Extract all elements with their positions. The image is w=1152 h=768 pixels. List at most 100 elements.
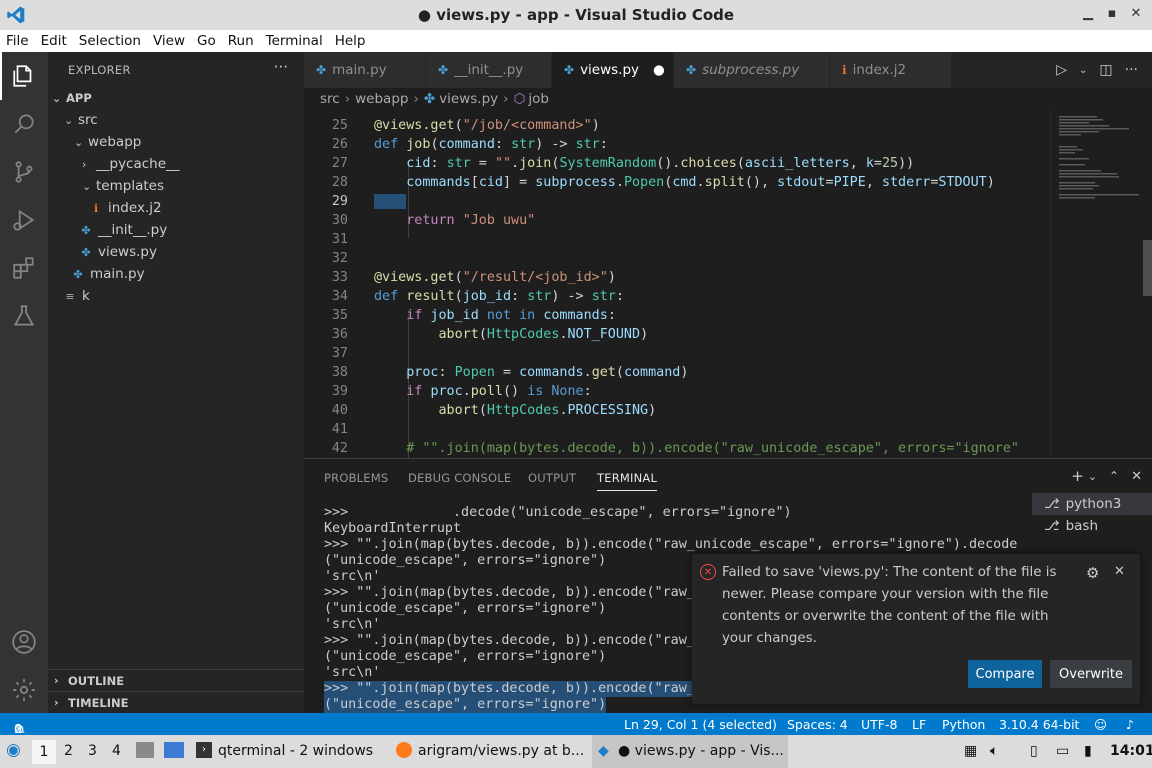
close-notification-icon[interactable]: ✕: [1114, 564, 1125, 579]
chevron-down-icon: ⌄: [64, 113, 74, 127]
tree-item-templates[interactable]: ⌄ templates: [48, 175, 304, 197]
search-icon[interactable]: [0, 100, 48, 148]
menu-view[interactable]: View: [147, 33, 191, 49]
close-window-icon[interactable]: ✕: [1124, 6, 1148, 21]
breadcrumb-src[interactable]: src: [320, 91, 340, 107]
python-file-icon: ✤: [423, 91, 436, 107]
outline-section[interactable]: › OUTLINE: [48, 669, 304, 691]
menu-file[interactable]: File: [0, 33, 35, 49]
notes-icon[interactable]: ▯: [1030, 743, 1038, 759]
network-icon[interactable]: ▭: [1056, 743, 1069, 759]
menu-go[interactable]: Go: [191, 33, 222, 49]
account-icon[interactable]: [0, 618, 48, 666]
menu-help[interactable]: Help: [329, 33, 372, 49]
tab-output[interactable]: OUTPUT: [528, 471, 576, 485]
tree-item-init-py[interactable]: ✤ __init__.py: [48, 219, 304, 241]
code-line-29: [374, 194, 407, 209]
breadcrumb-webapp[interactable]: webapp: [355, 91, 408, 107]
run-icon[interactable]: ▷: [1056, 62, 1067, 78]
testing-icon[interactable]: [0, 292, 48, 340]
line-number: 42: [331, 441, 348, 456]
qterminal-icon: ›: [196, 742, 212, 758]
battery-icon[interactable]: ▮: [1084, 743, 1092, 759]
code-editor[interactable]: 25 26 27 28 29 30 31 32 33 34 35 36 37 3…: [304, 110, 1152, 458]
tree-item-pycache[interactable]: › __pycache__: [48, 153, 304, 175]
workspace-root[interactable]: ⌄ APP: [48, 87, 304, 109]
terminal-line-selected: ("unicode_escape", errors="ignore"): [324, 697, 607, 713]
menu-selection[interactable]: Selection: [73, 33, 147, 49]
tree-item-main-py[interactable]: ✤ main.py: [48, 263, 304, 285]
menu-run[interactable]: Run: [222, 33, 260, 49]
more-actions-icon[interactable]: ···: [1125, 62, 1138, 78]
run-debug-icon[interactable]: [0, 196, 48, 244]
tab-subprocess-py[interactable]: ✤ subprocess.py: [674, 52, 830, 88]
unsaved-dot-icon[interactable]: ●: [653, 62, 665, 78]
breadcrumb-views-py[interactable]: views.py: [439, 91, 498, 107]
line-number: 34: [331, 289, 348, 304]
new-terminal-plus-icon[interactable]: +: [1071, 467, 1084, 485]
workspace-2[interactable]: 2: [64, 743, 73, 759]
tab-views-py[interactable]: ✤ views.py ●: [552, 52, 674, 88]
python-interpreter[interactable]: 3.10.4 64-bit: [999, 717, 1079, 732]
tab-terminal[interactable]: TERMINAL: [597, 471, 658, 491]
clock[interactable]: 14:01: [1110, 743, 1152, 759]
tree-item-views-py[interactable]: ✤ views.py: [48, 241, 304, 263]
terminal-line: ("unicode_escape", errors="ignore"): [324, 553, 607, 568]
minimap[interactable]: [1050, 110, 1152, 458]
terminal-item-python3[interactable]: ⎇ python3: [1032, 493, 1152, 515]
taskbar-app-vscode-active[interactable]: ◆ ● views.py - app - Vis...: [592, 735, 788, 768]
manage-gear-icon[interactable]: [0, 666, 48, 714]
menu-edit[interactable]: Edit: [35, 33, 73, 49]
maximize-icon[interactable]: ▪: [1100, 6, 1124, 21]
minimize-icon[interactable]: ▁: [1076, 6, 1100, 21]
tab-main-py[interactable]: ✤ main.py: [304, 52, 426, 88]
timeline-section[interactable]: › TIMELINE: [48, 691, 304, 713]
close-panel-icon[interactable]: ✕: [1131, 469, 1142, 485]
tab-debug-console[interactable]: DEBUG CONSOLE: [408, 471, 511, 485]
workspace-4[interactable]: 4: [112, 743, 121, 759]
code-line-38: proc: Popen = commands.get(command): [406, 365, 689, 380]
line-number: 31: [331, 232, 348, 247]
chevron-down-icon[interactable]: ⌄: [1079, 65, 1087, 76]
tab-problems[interactable]: PROBLEMS: [324, 471, 388, 485]
workspace-1[interactable]: 1: [32, 740, 56, 764]
taskbar-app-qterminal[interactable]: qterminal - 2 windows: [218, 743, 373, 759]
files-icon[interactable]: [136, 742, 154, 758]
compare-button[interactable]: Compare: [968, 660, 1042, 688]
show-desktop-icon[interactable]: [164, 742, 184, 758]
tab-init-py[interactable]: ✤ __init__.py: [426, 52, 552, 88]
terminal-item-bash[interactable]: ⎇ bash: [1032, 515, 1152, 537]
line-number: 36: [331, 327, 348, 342]
explorer-icon[interactable]: [0, 52, 48, 100]
breadcrumb-job[interactable]: job: [528, 91, 549, 107]
tree-item-webapp[interactable]: ⌄ webapp: [48, 131, 304, 153]
tree-item-index-j2[interactable]: ℹ index.j2: [48, 197, 304, 219]
start-menu-icon[interactable]: ◉: [6, 740, 21, 760]
tree-item-src[interactable]: ⌄ src: [48, 109, 304, 131]
clipboard-icon[interactable]: ▦: [964, 743, 977, 759]
volume-icon[interactable]: 🔈︎: [990, 743, 998, 759]
gear-icon[interactable]: ⚙: [1086, 564, 1099, 582]
split-editor-icon[interactable]: ◫: [1099, 62, 1112, 78]
language-mode[interactable]: Python: [942, 717, 985, 732]
chevron-right-icon: ›: [344, 91, 351, 107]
overwrite-button[interactable]: Overwrite: [1050, 660, 1132, 688]
maximize-panel-icon[interactable]: ⌃: [1109, 469, 1119, 485]
feedback-icon[interactable]: ☺: [1094, 717, 1107, 732]
chevron-down-icon[interactable]: ⌄: [1088, 470, 1097, 485]
tree-item-k[interactable]: ≡ k: [48, 285, 304, 307]
indentation[interactable]: Spaces: 4: [787, 717, 848, 732]
workspace-3[interactable]: 3: [88, 743, 97, 759]
code-line-40: abort(HttpCodes.PROCESSING): [438, 403, 657, 418]
source-control-icon[interactable]: [0, 148, 48, 196]
extensions-icon[interactable]: [0, 244, 48, 292]
cursor-position[interactable]: Ln 29, Col 1 (4 selected): [624, 717, 777, 732]
notifications-bell-icon[interactable]: ♪: [1126, 717, 1134, 732]
taskbar-app-firefox[interactable]: arigram/views.py at b...: [418, 743, 584, 759]
encoding[interactable]: UTF-8: [861, 717, 897, 732]
more-actions-icon[interactable]: ···: [274, 58, 288, 76]
tab-index-j2[interactable]: ℹ index.j2: [830, 52, 952, 88]
explorer-sidebar: EXPLORER ··· ⌄ APP ⌄ src ⌄ webapp › __pycach…: [48, 52, 304, 713]
menu-terminal[interactable]: Terminal: [260, 33, 329, 49]
end-of-line[interactable]: LF: [912, 717, 926, 732]
